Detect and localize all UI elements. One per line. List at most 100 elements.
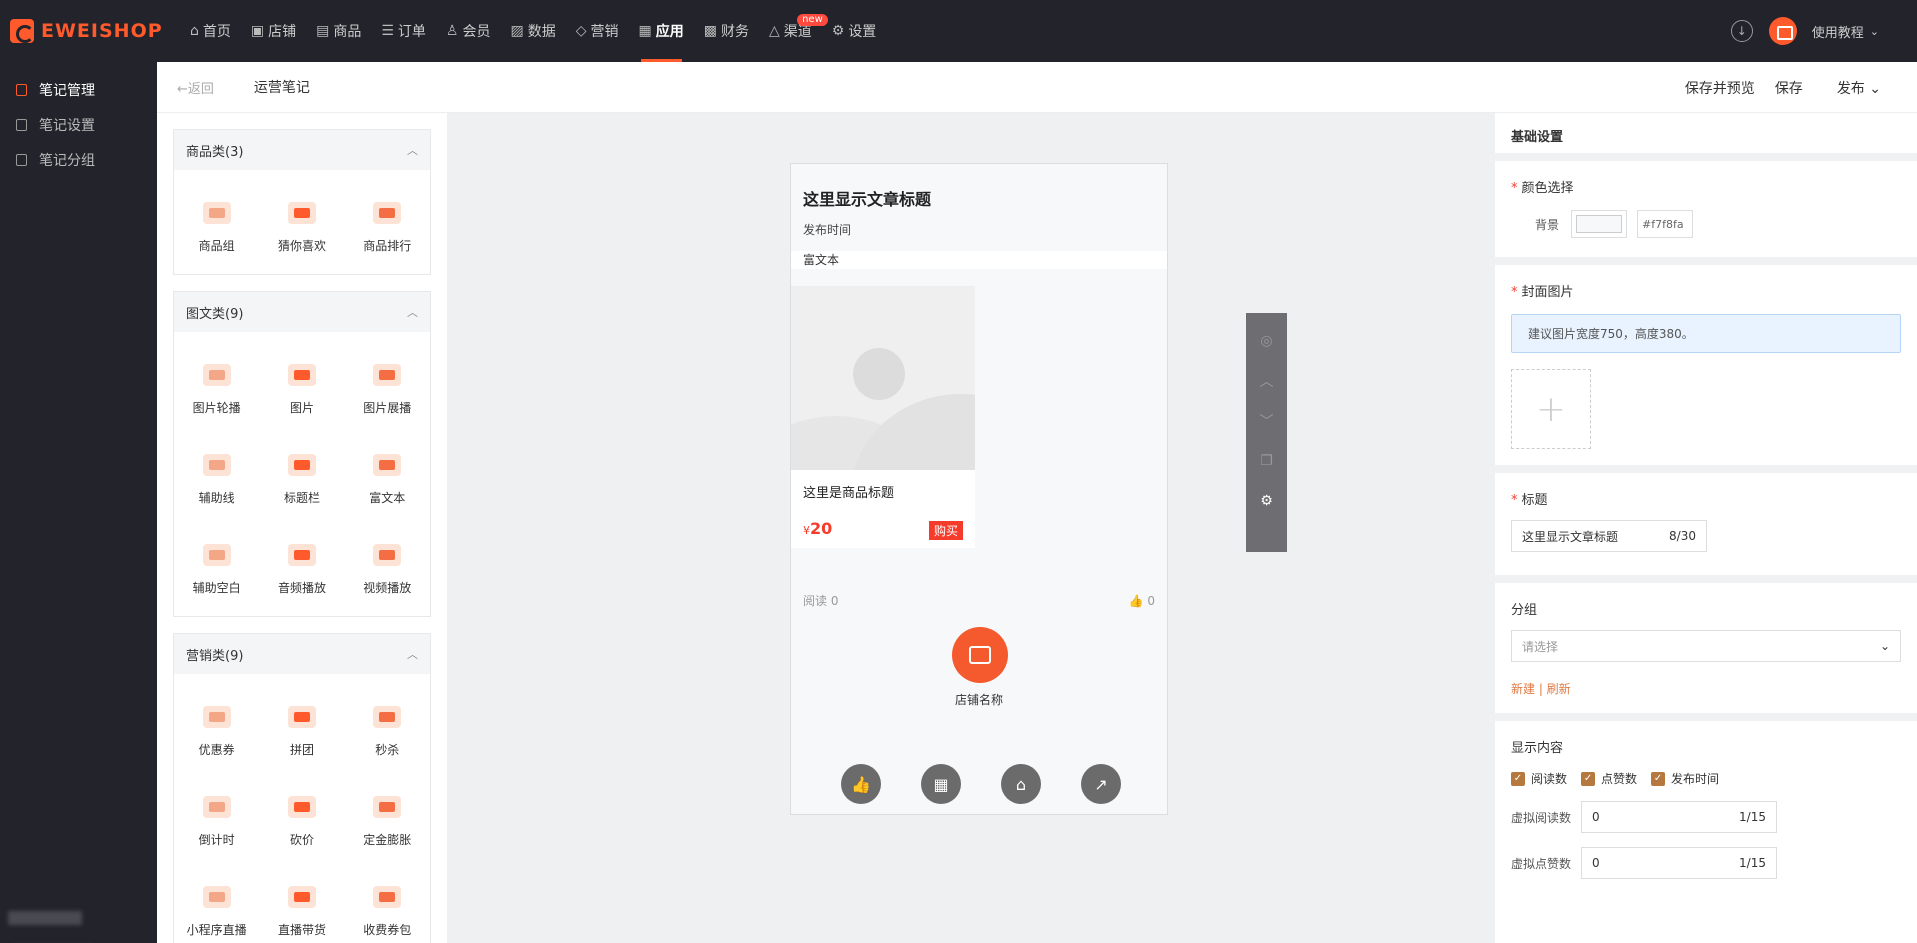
component-item[interactable]: 辅助空白 [174,522,259,612]
brand-logo[interactable]: EWEISHOP [10,19,180,43]
sidebar-item-2[interactable]: 笔记分组 [0,142,157,177]
component-item[interactable]: 图片轮播 [174,342,259,432]
nav-item-1[interactable]: ▣ 店铺 [241,0,306,62]
sidebar-item-1[interactable]: 笔记设置 [0,107,157,142]
component-item[interactable]: 收费券包 [345,864,430,943]
note-icon [16,83,27,96]
group-header[interactable]: 商品类(3) ︿ [174,130,430,170]
settings-icon[interactable]: ⚙ [1246,481,1287,521]
phone-preview: 这里显示文章标题 发布时间 富文本 这里是商品标题 ¥20 购买 阅读 0 👍 … [790,163,1168,815]
color-picker[interactable] [1571,210,1628,238]
component-item[interactable]: 拼团 [259,684,344,774]
save-button[interactable]: 保存 [1775,78,1803,98]
buy-button[interactable]: 购买 [928,521,963,540]
component-item[interactable]: 小程序直播 [174,864,259,943]
like-count[interactable]: 👍 0 [1129,594,1155,608]
upload-button[interactable]: + [1511,369,1591,449]
home-icon[interactable]: ⌂ [1001,764,1041,804]
component-item[interactable]: 优惠券 [174,684,259,774]
nav-item-7[interactable]: ▦ 应用 [629,0,694,62]
help-menu[interactable]: 使用教程 [1812,22,1864,41]
grid-icon[interactable]: ▦ [921,764,961,804]
component-item[interactable]: 标题栏 [259,432,344,522]
component-icon [285,700,319,734]
chevron-down-icon: ⌄ [1879,639,1890,653]
component-item[interactable]: 砍价 [259,774,344,864]
bg-label: 背景 [1535,217,1560,232]
title-input[interactable]: 这里显示文章标题 8/30 [1511,520,1707,552]
display-checkbox[interactable]: ✓ 发布时间 [1651,770,1719,787]
component-item[interactable]: 商品组 [174,180,259,270]
download-icon[interactable]: ↓ [1730,20,1753,42]
component-item[interactable]: 定金膨胀 [345,774,430,864]
sidebar-item-0[interactable]: 笔记管理 [0,72,157,107]
app-icon: ▦ [638,23,652,39]
nav-item-4[interactable]: ♙ 会员 [436,0,501,62]
component-item[interactable]: 辅助线 [174,432,259,522]
component-icon [370,880,404,914]
product-card[interactable]: 这里是商品标题 ¥20 购买 [791,286,975,548]
shop-name: 店铺名称 [954,693,1003,707]
bottom-actions: 👍 ▦ ⌂ ↗ [841,764,1121,804]
blurred-info [8,911,82,925]
group-header[interactable]: 营销类(9) ︿ [174,634,430,674]
channel-icon: △ [768,23,780,39]
component-item[interactable]: 图片 [259,342,344,432]
save-preview-button[interactable]: 保存并预览 [1685,78,1755,98]
component-item[interactable]: 秒杀 [345,684,430,774]
nav-item-3[interactable]: ☰ 订单 [371,0,436,62]
component-icon [285,880,319,914]
component-item[interactable]: 音频播放 [259,522,344,612]
virtual-read-input[interactable]: 0 1/15 [1581,801,1777,833]
title-label: 标题 [1521,493,1548,508]
avatar[interactable] [1768,17,1797,45]
group-select[interactable]: 请选择 ⌄ [1511,630,1901,662]
move-up-icon[interactable]: ︿ [1246,361,1287,401]
copy-icon[interactable]: ❐ [1246,441,1287,481]
color-label: 颜色选择 [1521,181,1574,196]
component-item[interactable]: 富文本 [345,432,430,522]
chevron-down-icon[interactable]: ⌄ [1870,25,1879,38]
component-icon [370,196,404,230]
component-icon [370,790,404,824]
hide-icon[interactable]: ◎ [1246,321,1287,361]
back-button[interactable]: ←返回 [177,78,214,97]
nav-item-5[interactable]: ▨ 数据 [500,0,565,62]
chevron-up-icon: ︿ [407,648,418,661]
component-item[interactable]: 猜你喜欢 [259,180,344,270]
group-label: 分组 [1511,603,1538,618]
main-nav: ⌂ 首页 ▣ 店铺 ▤ 商品 ☰ 订单 ♙ 会员 ▨ 数据 ◇ 营销 ▦ 应用 ▩ 财务 △ 渠道 new ⚙ 设置 [180,0,886,62]
shop-logo[interactable] [952,627,1008,683]
component-item[interactable]: 商品排行 [345,180,430,270]
nav-item-6[interactable]: ◇ 营销 [566,0,629,62]
component-item[interactable]: 直播带货 [259,864,344,943]
component-item[interactable]: 图片展播 [345,342,430,432]
component-icon [200,448,234,482]
thumb-up-icon[interactable]: 👍 [841,764,881,804]
color-hex-input[interactable]: #f7f8fa [1637,210,1694,238]
nav-item-0[interactable]: ⌂ 首页 [180,0,241,62]
article-title[interactable]: 这里显示文章标题 [803,186,931,210]
share-icon[interactable]: ↗ [1081,764,1121,804]
move-down-icon[interactable]: ﹀ [1246,401,1287,441]
gear-icon: ⚙ [831,23,845,39]
group-links[interactable]: 新建 | 刷新 [1511,680,1901,697]
publish-button[interactable]: 发布 ⌄ [1837,78,1881,98]
display-checkbox[interactable]: ✓ 点赞数 [1581,770,1637,787]
display-checkbox[interactable]: ✓ 阅读数 [1511,770,1567,787]
component-item[interactable]: 倒计时 [174,774,259,864]
page-title: 运营笔记 [253,80,310,96]
component-item[interactable]: 视频播放 [345,522,430,612]
nav-item-8[interactable]: ▩ 财务 [694,0,759,62]
richtext-block[interactable]: 富文本 [791,251,1167,269]
goods-icon: ▤ [316,23,330,39]
virtual-like-input[interactable]: 0 1/15 [1581,847,1777,879]
read-count: 阅读 0 [803,594,839,608]
settings-panel: 基础设置 * 颜色选择 背景 #f7f8fa * 封面图片 建议图片宽度750，高度… [1495,113,1917,943]
home-icon: ⌂ [190,23,199,39]
nav-item-10[interactable]: ⚙ 设置 [822,0,887,62]
check-icon: ✓ [1581,771,1596,786]
nav-item-2[interactable]: ▤ 商品 [306,0,371,62]
nav-item-9[interactable]: △ 渠道 new [759,0,828,62]
group-header[interactable]: 图文类(9) ︿ [174,292,430,332]
